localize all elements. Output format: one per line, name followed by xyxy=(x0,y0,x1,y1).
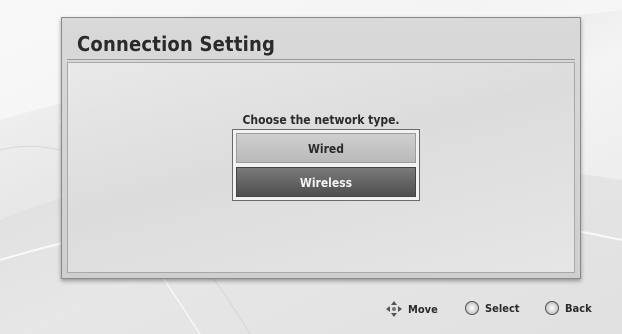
select-circle-icon xyxy=(465,301,479,315)
move-hint: Move xyxy=(386,301,438,317)
dialog-body: Choose the network type. Wired Wireless xyxy=(67,62,575,273)
select-label: Select xyxy=(485,301,520,315)
connection-setting-dialog: Connection Setting Choose the network ty… xyxy=(61,17,581,279)
back-circle-icon xyxy=(545,301,559,315)
wireless-option[interactable]: Wireless xyxy=(236,167,416,197)
dialog-title: Connection Setting xyxy=(77,32,276,56)
wired-option[interactable]: Wired xyxy=(236,133,416,163)
directional-arrows-icon xyxy=(386,301,402,317)
move-label: Move xyxy=(408,302,438,316)
back-hint: Back xyxy=(545,301,592,315)
select-hint: Select xyxy=(465,301,520,315)
network-type-prompt: Choose the network type. xyxy=(242,113,400,127)
button-hints: Move Select Back xyxy=(0,301,622,319)
network-type-options: Wired Wireless xyxy=(232,129,420,201)
title-divider xyxy=(67,59,575,60)
back-label: Back xyxy=(565,301,592,315)
